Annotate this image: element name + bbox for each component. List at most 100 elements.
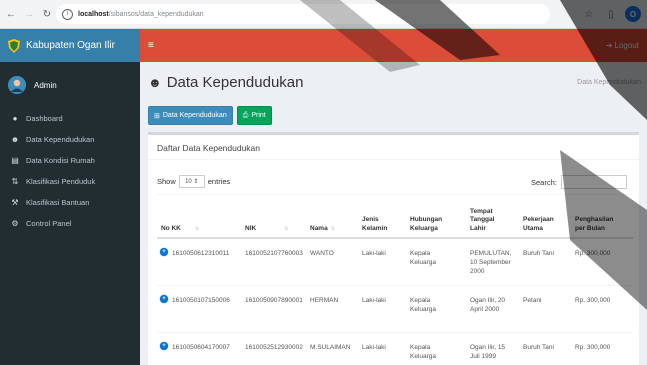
gear-icon: ⚙: [11, 219, 19, 228]
add-data-label: Data Kependudukan: [162, 112, 227, 119]
entries-label: entries: [207, 177, 231, 186]
sidebar: Kabupaten Ogan Ilir Admin ● Dashboard ☻ …: [0, 29, 140, 365]
cell-jenis-kelamin: Laki-laki: [362, 250, 386, 257]
cell-jenis-kelamin: Laki-laki: [362, 344, 386, 351]
cell-penghasilan: Rp. 300,000: [575, 344, 611, 351]
sidebar-item-label: Data Kependudukan: [26, 135, 95, 144]
breadcrumb[interactable]: Data Kependudukan: [577, 79, 641, 86]
cell-ttl: PEMULUTAN, 10 September 2000: [470, 250, 512, 275]
app-title: Kabupaten Ogan Ilir: [26, 40, 115, 51]
table-row[interactable]: + 1610050107150006 1610050907890001 HERM…: [157, 286, 633, 333]
users-icon: ☻: [148, 75, 162, 90]
entries-select[interactable]: 10 ⇕: [178, 175, 205, 188]
cell-penghasilan: Rp. 300,000: [575, 250, 611, 257]
logout-icon: ➜: [605, 41, 613, 50]
table-header: No KK ⇅ NIK ⇅ Nama ⇅ Jenis Kelamin Hubungan…: [157, 194, 633, 239]
cell-no-kk: 1610050107150006: [172, 297, 230, 304]
plus-square-icon: ⊞: [154, 112, 160, 120]
url-host: localhost: [78, 10, 109, 18]
data-table: No KK ⇅ NIK ⇅ Nama ⇅ Jenis Kelamin Hubungan…: [157, 194, 633, 365]
cell-pekerjaan: Buruh Tani: [523, 250, 554, 257]
divider: [148, 159, 639, 160]
sidebar-item-data-kependudukan[interactable]: ☻ Data Kependudukan: [0, 129, 140, 150]
cell-pekerjaan: Buruh Tani: [523, 344, 554, 351]
site-info-icon[interactable]: i: [62, 8, 73, 20]
cell-nama: M.SULAIMAN: [310, 344, 351, 351]
forward-icon[interactable]: →: [22, 7, 36, 21]
sidebar-item-label: Data Kondisi Rumah: [26, 156, 95, 165]
cell-pekerjaan: Petani: [523, 297, 542, 304]
column-header-hubungan-keluarga[interactable]: Hubungan Keluarga: [410, 216, 442, 233]
search-label: Search:: [531, 177, 557, 187]
url-path: /sibansos/data_kependudukan: [108, 10, 204, 18]
cell-ttl: Ogan Ilir, 20 April 2000: [470, 297, 506, 313]
address-bar[interactable]: i localhost/sibansos/data_kependudukan: [56, 4, 550, 24]
data-box: Daftar Data Kependudukan Show 10 ⇕ entri…: [148, 132, 639, 365]
page-title-text: Data Kependudukan: [166, 74, 304, 91]
main-content: ☻ Data Kependudukan Data Kependudukan ⊞ …: [140, 62, 647, 365]
show-label: Show: [157, 177, 176, 186]
wrench-icon: ⚒: [11, 198, 19, 207]
column-header-nik[interactable]: NIK ⇅: [245, 225, 288, 234]
expand-row-icon[interactable]: +: [160, 342, 168, 350]
cell-penghasilan: Rp. 300,000: [575, 297, 611, 304]
users-icon: ☻: [10, 135, 20, 144]
sidebar-item-klasifikasi-penduduk[interactable]: ⇅ Klasifikasi Penduduk: [0, 171, 140, 192]
print-button[interactable]: ⎙ Print: [236, 106, 272, 125]
table-row[interactable]: + 1610050612310011 1610052107760003 WANT…: [157, 239, 633, 286]
extensions-icon[interactable]: ▯: [603, 6, 619, 22]
cell-nik: 1610050907890001: [245, 297, 303, 304]
chevron-down-icon: ⇕: [193, 179, 199, 185]
expand-row-icon[interactable]: +: [160, 295, 168, 303]
dashboard-icon: ●: [12, 114, 18, 123]
sidebar-item-dashboard[interactable]: ● Dashboard: [0, 108, 140, 129]
cell-nama: WANTO: [310, 250, 334, 257]
search-input[interactable]: [560, 175, 627, 189]
entries-select-value: 10: [185, 178, 192, 185]
profile-avatar[interactable]: O: [625, 6, 641, 22]
column-header-pekerjaan-utama[interactable]: Pekerjaan Utama: [523, 216, 554, 233]
column-header-penghasilan[interactable]: Penghasilan per Bulan: [575, 216, 613, 233]
top-navbar: ≡ ➜ Logout: [140, 29, 647, 62]
back-icon[interactable]: ←: [4, 7, 18, 21]
user-panel: Admin: [0, 62, 140, 108]
page-title: ☻ Data Kependudukan: [148, 74, 303, 91]
printer-icon: ⎙: [242, 111, 249, 119]
print-label: Print: [251, 112, 266, 119]
column-header-no-kk[interactable]: No KK ⇅: [161, 225, 199, 234]
cell-nik: 1610052107760003: [245, 250, 303, 257]
sidebar-item-label: Klasifikasi Penduduk: [26, 177, 96, 186]
star-icon[interactable]: ☆: [581, 6, 597, 22]
browser-toolbar: ← → ↻ i localhost/sibansos/data_kependud…: [0, 0, 647, 29]
menu-toggle-icon[interactable]: ≡: [148, 40, 154, 51]
cell-nik: 1610052512930002: [245, 344, 303, 351]
expand-row-icon[interactable]: +: [160, 248, 168, 256]
entries-control: Show 10 ⇕ entries: [157, 175, 230, 188]
logout-button[interactable]: ➜ Logout: [606, 41, 639, 50]
sidebar-item-klasifikasi-bantuan[interactable]: ⚒ Klasifikasi Bantuan: [0, 192, 140, 213]
logout-label: Logout: [614, 41, 639, 50]
column-header-nama[interactable]: Nama ⇅: [310, 225, 335, 234]
cell-hubungan: Kepala Keluarga: [410, 250, 437, 266]
avatar: [8, 76, 26, 94]
table-row[interactable]: + 1610050604170007 1610052512930002 M.SU…: [157, 333, 633, 365]
column-header-tempat-tanggal-lahir[interactable]: Tempat Tanggal Lahir: [470, 208, 494, 234]
sidebar-item-data-kondisi-rumah[interactable]: ▤ Data Kondisi Rumah: [0, 150, 140, 171]
cell-no-kk: 1610050612310011: [172, 250, 230, 257]
add-data-button[interactable]: ⊞ Data Kependudukan: [148, 106, 233, 125]
cell-ttl: Ogan Ilir, 15 Juli 1999: [470, 344, 506, 360]
cell-hubungan: Kepala Keluarga: [410, 344, 437, 360]
cell-no-kk: 1610050604170007: [172, 344, 230, 351]
column-header-jenis-kelamin[interactable]: Jenis Kelamin: [362, 216, 387, 233]
user-name: Admin: [34, 80, 57, 90]
logo-bar[interactable]: Kabupaten Ogan Ilir: [0, 29, 140, 62]
box-title: Daftar Data Kependudukan: [157, 143, 261, 153]
reload-icon[interactable]: ↻: [40, 7, 54, 21]
sidebar-item-label: Control Panel: [26, 219, 72, 228]
book-icon: ▤: [11, 156, 19, 165]
regency-emblem-icon: [8, 38, 20, 53]
sidebar-item-control-panel[interactable]: ⚙ Control Panel: [0, 213, 140, 234]
cell-jenis-kelamin: Laki-laki: [362, 297, 386, 304]
sidebar-item-label: Klasifikasi Bantuan: [26, 198, 90, 207]
sort-icon: ⇅: [11, 177, 19, 186]
